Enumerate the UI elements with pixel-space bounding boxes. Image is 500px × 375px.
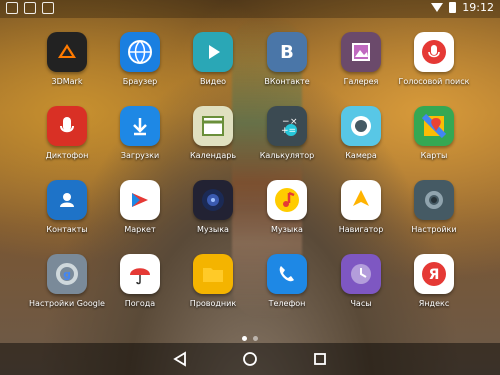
browser-globe-icon <box>120 32 160 72</box>
svg-text:Я: Я <box>429 267 440 283</box>
app-market[interactable]: Маркет <box>103 180 177 250</box>
app-label: Контакты <box>46 225 88 234</box>
app-label: Погода <box>124 299 156 308</box>
app-label: Камера <box>345 151 377 160</box>
app-label: Видео <box>199 77 227 86</box>
app-calculator[interactable]: − × + = Калькулятор <box>250 106 324 176</box>
app-weather-umbrella[interactable]: Погода <box>103 254 177 324</box>
app-google-settings[interactable]: g Настройки Google <box>29 254 105 324</box>
home-screen: 19:12 3DMark Браузер Видео B ВКонтакте Галере… <box>0 0 500 375</box>
market-icon <box>120 180 160 220</box>
google-settings-icon: g <box>47 254 87 294</box>
app-microphone[interactable]: Голосовой поиск <box>397 32 471 102</box>
recorder-icon <box>47 106 87 146</box>
app-label: Браузер <box>122 77 158 86</box>
navigation-bar <box>0 343 500 375</box>
app-clock[interactable]: Часы <box>324 254 398 324</box>
app-phone[interactable]: Телефон <box>250 254 324 324</box>
gallery-icon <box>341 32 381 72</box>
svg-text:g: g <box>63 268 71 281</box>
app-recorder[interactable]: Диктофон <box>30 106 104 176</box>
recents-square-icon[interactable] <box>309 348 331 370</box>
yandex-icon: Я <box>414 254 454 294</box>
3dmark-icon <box>47 32 87 72</box>
app-label: Навигатор <box>338 225 384 234</box>
app-label: Галерея <box>343 77 379 86</box>
calculator-icon: − × + = <box>267 106 307 146</box>
page-dot <box>253 336 258 341</box>
music-note-icon <box>267 180 307 220</box>
app-gallery[interactable]: Галерея <box>324 32 398 102</box>
app-label: Музыка <box>197 225 229 234</box>
app-camera[interactable]: Камера <box>324 106 398 176</box>
maps-icon <box>414 106 454 146</box>
app-label: Календарь <box>189 151 237 160</box>
app-label: Голосовой поиск <box>398 77 470 86</box>
settings-gear-icon <box>414 180 454 220</box>
app-label: Маркет <box>124 225 156 234</box>
weather-umbrella-icon <box>120 254 160 294</box>
svg-text:=: = <box>289 126 297 136</box>
app-maps[interactable]: Карты <box>397 106 471 176</box>
app-label: Загрузки <box>120 151 160 160</box>
app-label: Настройки <box>411 225 457 234</box>
navigator-icon <box>341 180 381 220</box>
calendar-icon <box>193 106 233 146</box>
folder-icon <box>193 254 233 294</box>
app-folder[interactable]: Проводник <box>176 254 250 324</box>
app-contacts[interactable]: Контакты <box>30 180 104 250</box>
page-dot-current <box>242 336 247 341</box>
speaker-icon <box>193 180 233 220</box>
app-3dmark[interactable]: 3DMark <box>30 32 104 102</box>
app-label: Музыка <box>271 225 303 234</box>
app-download[interactable]: Загрузки <box>103 106 177 176</box>
app-grid: 3DMark Браузер Видео B ВКонтакте Галерея Голос… <box>0 0 500 375</box>
app-label: Карты <box>420 151 448 160</box>
video-play-icon <box>193 32 233 72</box>
app-label: Диктофон <box>45 151 89 160</box>
microphone-icon <box>414 32 454 72</box>
camera-icon <box>341 106 381 146</box>
svg-text:+: + <box>281 126 289 136</box>
app-browser-globe[interactable]: Браузер <box>103 32 177 102</box>
app-label: 3DMark <box>51 77 83 86</box>
contacts-icon <box>47 180 87 220</box>
app-label: ВКонтакте <box>264 77 310 86</box>
app-label: Телефон <box>268 299 306 308</box>
vk-icon: B <box>267 32 307 72</box>
app-label: Часы <box>350 299 372 308</box>
app-label: Настройки Google <box>29 299 105 308</box>
app-speaker[interactable]: Музыка <box>176 180 250 250</box>
phone-icon <box>267 254 307 294</box>
app-label: Проводник <box>189 299 237 308</box>
app-label: Калькулятор <box>259 151 315 160</box>
app-vk[interactable]: B ВКонтакте <box>250 32 324 102</box>
app-music-note[interactable]: Музыка <box>250 180 324 250</box>
app-yandex[interactable]: Я Яндекс <box>397 254 471 324</box>
app-video-play[interactable]: Видео <box>176 32 250 102</box>
clock-icon <box>341 254 381 294</box>
app-navigator[interactable]: Навигатор <box>324 180 398 250</box>
app-settings-gear[interactable]: Настройки <box>397 180 471 250</box>
download-icon <box>120 106 160 146</box>
home-circle-icon[interactable] <box>239 348 261 370</box>
app-label: Яндекс <box>418 299 450 308</box>
svg-text:B: B <box>280 42 294 63</box>
back-triangle-icon[interactable] <box>169 348 191 370</box>
page-indicator <box>242 336 258 341</box>
app-calendar[interactable]: Календарь <box>176 106 250 176</box>
